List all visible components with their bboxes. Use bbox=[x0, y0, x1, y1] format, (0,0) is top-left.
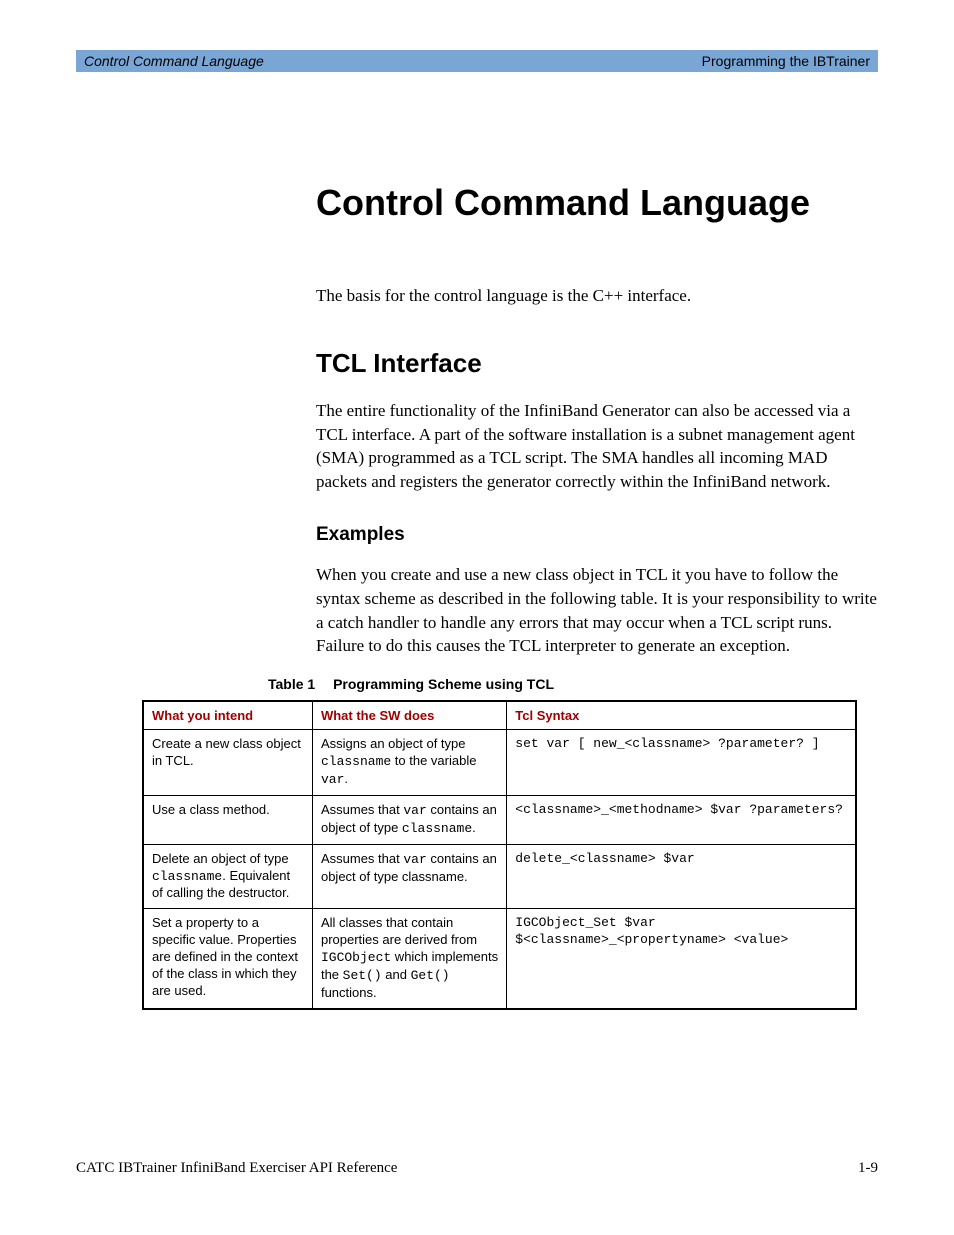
intro-paragraph: The basis for the control language is th… bbox=[76, 284, 878, 308]
table-row: Create a new class object in TCL. Assign… bbox=[143, 730, 856, 796]
table-cell: All classes that contain properties are … bbox=[312, 909, 506, 1009]
page-footer: CATC IBTrainer InfiniBand Exerciser API … bbox=[76, 1160, 878, 1177]
table-header-cell: What you intend bbox=[143, 701, 312, 730]
subsection-paragraph-examples: When you create and use a new class obje… bbox=[76, 563, 878, 658]
table-header-cell: What the SW does bbox=[312, 701, 506, 730]
table-caption: Table 1 Programming Scheme using TCL bbox=[76, 676, 878, 692]
programming-scheme-table: What you intend What the SW does Tcl Syn… bbox=[142, 700, 857, 1010]
footer-left: CATC IBTrainer InfiniBand Exerciser API … bbox=[76, 1160, 397, 1177]
subsection-heading-examples: Examples bbox=[76, 524, 878, 546]
table-cell: Assigns an object of type classname to t… bbox=[312, 730, 506, 796]
table-header-cell: Tcl Syntax bbox=[507, 701, 856, 730]
header-left: Control Command Language bbox=[84, 53, 264, 69]
page-title: Control Command Language bbox=[76, 182, 878, 224]
section-heading-tcl: TCL Interface bbox=[76, 348, 878, 379]
document-page: Control Command Language Programming the… bbox=[0, 0, 954, 1227]
table-cell-syntax: set var [ new_<classname> ?parameter? ] bbox=[507, 730, 856, 796]
table-cell: Use a class method. bbox=[143, 795, 312, 844]
table-caption-text: Programming Scheme using TCL bbox=[333, 676, 554, 692]
page-header-bar: Control Command Language Programming the… bbox=[76, 50, 878, 72]
table-label: Table 1 bbox=[268, 676, 315, 692]
table-row: Use a class method. Assumes that var con… bbox=[143, 795, 856, 844]
header-right: Programming the IBTrainer bbox=[702, 53, 870, 69]
table-cell: Assumes that var contains an object of t… bbox=[312, 795, 506, 844]
table-cell: Set a property to a specific value. Prop… bbox=[143, 909, 312, 1009]
table-body: Create a new class object in TCL. Assign… bbox=[143, 730, 856, 1009]
table-header-row: What you intend What the SW does Tcl Syn… bbox=[143, 701, 856, 730]
footer-right: 1-9 bbox=[858, 1160, 878, 1177]
table-cell-syntax: <classname>_<methodname> $var ?parameter… bbox=[507, 795, 856, 844]
table-cell: Create a new class object in TCL. bbox=[143, 730, 312, 796]
table-cell: Delete an object of type classname. Equi… bbox=[143, 844, 312, 909]
table-row: Set a property to a specific value. Prop… bbox=[143, 909, 856, 1009]
table-row: Delete an object of type classname. Equi… bbox=[143, 844, 856, 909]
table-cell: Assumes that var contains an object of t… bbox=[312, 844, 506, 909]
section-paragraph-tcl: The entire functionality of the InfiniBa… bbox=[76, 399, 878, 494]
table-cell-syntax: IGCObject_Set $var $<classname>_<propert… bbox=[507, 909, 856, 1009]
table-cell-syntax: delete_<classname> $var bbox=[507, 844, 856, 909]
